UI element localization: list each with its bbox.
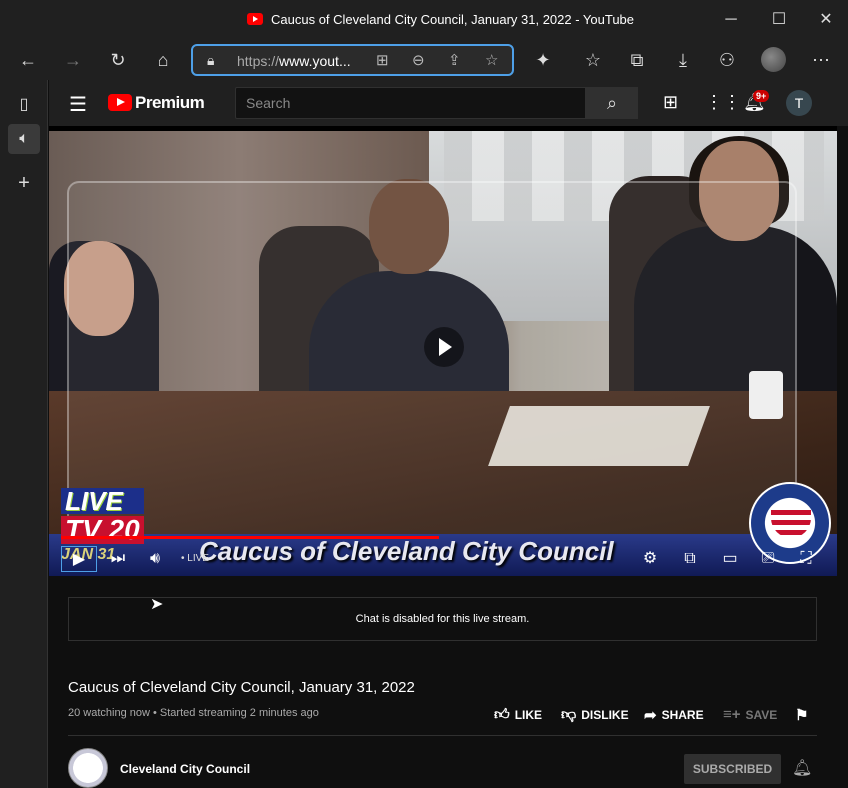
report-flag-icon[interactable]: ⚑ xyxy=(795,706,808,724)
like-button[interactable]: 👍︎ LIKE xyxy=(494,706,542,724)
minimize-button[interactable]: ─ xyxy=(716,8,746,32)
zoom-out-icon[interactable]: ⊖ xyxy=(412,51,425,69)
video-player[interactable]: LIVE TV 20 JAN 31 Caucus of Cleveland Ci… xyxy=(49,126,837,576)
add-icon[interactable]: + xyxy=(8,168,40,198)
games-icon[interactable]: ⚇ xyxy=(714,48,740,72)
apps-grid-icon[interactable]: ⋮⋮ xyxy=(705,92,741,113)
add-favorite-icon[interactable]: ☆ xyxy=(485,51,498,69)
downloads-icon[interactable]: ⤓ xyxy=(670,48,696,72)
search-input[interactable]: Search xyxy=(235,87,586,119)
more-icon[interactable]: ⋯ xyxy=(808,48,834,72)
window-titlebar: Caucus of Cleveland City Council, Januar… xyxy=(0,0,848,40)
address-bar[interactable]: 🔒︎ https://www.yout... ⊞ ⊖ ⇪ ☆ xyxy=(191,44,514,76)
save-button[interactable]: ≡+ SAVE xyxy=(723,706,777,723)
channel-notification-bell-icon[interactable]: 🔔︎ xyxy=(792,758,812,778)
notification-count-badge: 9+ xyxy=(753,90,770,102)
close-window-button[interactable]: ✕ xyxy=(811,8,841,32)
favorites-icon[interactable]: ☆ xyxy=(580,48,606,72)
youtube-premium-brand[interactable]: Premium xyxy=(135,93,205,113)
video-title: Caucus of Cleveland City Council, Januar… xyxy=(68,679,415,696)
center-play-icon[interactable] xyxy=(424,327,464,367)
youtube-header: ☰ Premium Search ⌕ ⊞ ⋮⋮ 🔔︎ 9+ T xyxy=(49,80,848,126)
youtube-favicon-icon xyxy=(247,13,263,25)
forward-icon[interactable]: → xyxy=(60,48,86,72)
progress-bar[interactable] xyxy=(61,536,440,539)
user-avatar[interactable]: T xyxy=(786,90,812,116)
extensions-icon[interactable]: ✦ xyxy=(530,48,556,72)
home-icon[interactable]: ⌂ xyxy=(150,48,176,72)
miniplayer-icon[interactable]: ⧉ xyxy=(679,546,701,572)
split-screen-icon[interactable]: ⊞ xyxy=(376,51,389,69)
dislike-button[interactable]: 👎︎ DISLIKE xyxy=(561,706,629,724)
chat-disabled-panel: Chat is disabled for this live stream. xyxy=(68,597,817,641)
address-url: https://www.yout... xyxy=(237,53,351,69)
fullscreen-icon[interactable]: ⛶ xyxy=(795,546,817,572)
channel-name[interactable]: Cleveland City Council xyxy=(120,762,250,776)
back-icon[interactable]: ← xyxy=(15,48,41,72)
settings-gear-icon[interactable]: ⚙ xyxy=(639,546,661,572)
audio-icon[interactable]: 🔈︎ xyxy=(8,124,40,154)
theater-mode-icon[interactable]: ▭ xyxy=(719,546,741,572)
mouse-cursor-icon: ➤ xyxy=(150,596,164,613)
section-divider xyxy=(68,735,817,736)
window-title: Caucus of Cleveland City Council, Januar… xyxy=(271,12,635,27)
cast-icon[interactable]: ⎚ xyxy=(757,546,779,572)
share-icon[interactable]: ⇪ xyxy=(448,51,461,69)
channel-avatar[interactable] xyxy=(68,748,108,788)
volume-icon[interactable]: 🔊︎ xyxy=(144,546,166,572)
overlay-live-text: LIVE xyxy=(61,488,144,514)
search-placeholder: Search xyxy=(246,95,291,111)
next-button[interactable]: ⏭ xyxy=(107,546,129,572)
maximize-button[interactable]: ☐ xyxy=(764,8,794,32)
lock-icon: 🔒︎ xyxy=(207,52,215,68)
share-button[interactable]: ➦ SHARE xyxy=(644,706,704,724)
youtube-logo-icon[interactable] xyxy=(108,94,132,111)
collections-icon[interactable]: ⧉ xyxy=(624,48,650,72)
subscribed-button[interactable]: SUBSCRIBED xyxy=(684,754,781,784)
search-button[interactable]: ⌕ xyxy=(586,87,638,119)
chat-disabled-message: Chat is disabled for this live stream. xyxy=(355,613,530,625)
player-controls: ▶ ⏭ 🔊︎ • LIVE ⚙ ⧉ ▭ ⎚ ⛶ xyxy=(49,542,837,576)
tabs-icon[interactable]: ▯ xyxy=(8,90,40,120)
add-to-playlist-icon: ≡+ xyxy=(723,706,741,723)
thumbs-up-icon: 👍︎ xyxy=(494,706,510,723)
live-indicator[interactable]: • LIVE xyxy=(181,553,209,564)
refresh-icon[interactable]: ↻ xyxy=(105,48,131,72)
overlay-tv20-text: TV 20 xyxy=(61,516,144,544)
thumbs-down-icon: 👎︎ xyxy=(561,706,577,723)
share-arrow-icon: ➦ xyxy=(644,707,657,724)
browser-sidebar: ▯ 🔈︎ + xyxy=(0,80,48,788)
video-meta: 20 watching now • Started streaming 2 mi… xyxy=(68,707,319,719)
hamburger-menu-icon[interactable]: ☰ xyxy=(69,92,87,117)
browser-profile-avatar[interactable] xyxy=(761,47,786,72)
create-video-icon[interactable]: ⊞ xyxy=(663,92,678,113)
play-button[interactable]: ▶ xyxy=(61,546,97,572)
